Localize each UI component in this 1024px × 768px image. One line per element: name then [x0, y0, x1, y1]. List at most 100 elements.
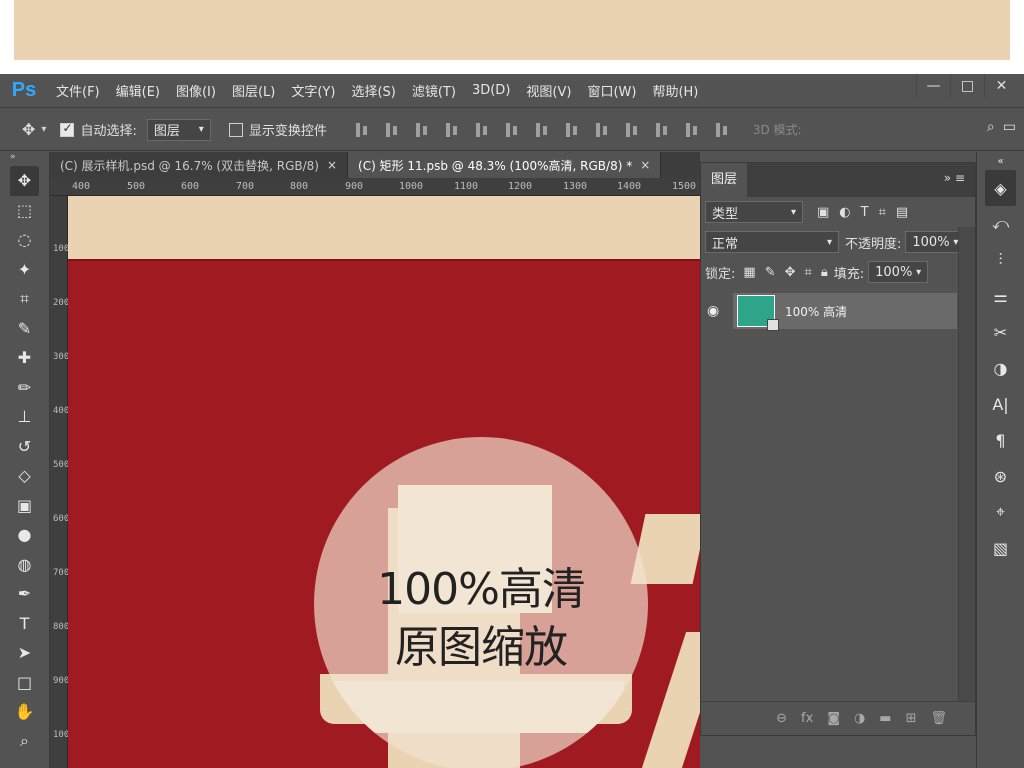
align-left-icon[interactable]: [443, 121, 461, 139]
tools-collapse-icon[interactable]: »: [0, 152, 49, 166]
menu-filter[interactable]: 滤镜(T): [404, 81, 464, 100]
adjustment-filter-icon[interactable]: ◐: [839, 205, 850, 220]
crop-tool-icon[interactable]: ⌗: [0, 284, 49, 314]
align-vcenter-icon[interactable]: [383, 121, 401, 139]
tools-icon[interactable]: ✂: [977, 314, 1024, 350]
history-icon[interactable]: ⤺: [977, 206, 1024, 242]
move-tool-icon[interactable]: ✥: [22, 120, 35, 139]
healing-brush-icon[interactable]: ✚: [0, 343, 49, 373]
show-transform-checkbox[interactable]: [228, 122, 243, 137]
close-icon[interactable]: ×: [327, 158, 337, 172]
align-hcenter-icon[interactable]: [473, 121, 491, 139]
smart-object-filter-icon[interactable]: ▤: [896, 205, 908, 220]
lock-transparency-icon[interactable]: ▦: [743, 265, 755, 280]
layers-panel-icon[interactable]: ◈: [985, 170, 1016, 206]
distribute-bottom-icon[interactable]: [593, 121, 611, 139]
adjustment-icon[interactable]: ◑: [854, 711, 865, 726]
lock-pixels-icon[interactable]: ✎: [765, 265, 776, 280]
distribute-left-icon[interactable]: [623, 121, 641, 139]
layer-name[interactable]: 100% 高清: [785, 303, 847, 320]
history-brush-icon[interactable]: ↺: [0, 432, 49, 462]
distribute-vcenter-icon[interactable]: [563, 121, 581, 139]
magic-wand-icon[interactable]: ✦: [0, 255, 49, 285]
menu-type[interactable]: 文字(Y): [283, 81, 343, 100]
channels-icon[interactable]: ⊛: [977, 458, 1024, 494]
minimize-button[interactable]: —: [916, 74, 950, 98]
auto-select-target-dropdown[interactable]: 图层 ▾: [146, 118, 211, 141]
distribute-right-icon[interactable]: [683, 121, 701, 139]
glyphs-icon[interactable]: ▧: [977, 530, 1024, 566]
properties-icon[interactable]: ⫶: [977, 242, 1024, 278]
marquee-tool-icon[interactable]: ⬚: [0, 196, 49, 226]
pixel-filter-icon[interactable]: ▣: [817, 205, 829, 220]
fx-icon[interactable]: fx: [801, 711, 813, 726]
menu-help[interactable]: 帮助(H): [644, 81, 706, 100]
gradient-tool-icon[interactable]: ▣: [0, 491, 49, 521]
move-tool-icon[interactable]: ✥: [10, 166, 39, 196]
eraser-tool-icon[interactable]: ◇: [0, 461, 49, 491]
type-filter-icon[interactable]: T: [861, 205, 869, 220]
workspace-icon[interactable]: ▭: [1003, 119, 1016, 135]
folder-icon[interactable]: ▬: [879, 711, 891, 726]
layer-filter-dropdown[interactable]: 类型 ▾: [705, 201, 803, 223]
color-icon[interactable]: ◑: [977, 350, 1024, 386]
character-icon[interactable]: A|: [977, 386, 1024, 422]
hand-tool-icon[interactable]: ✋: [0, 697, 49, 727]
close-window-button[interactable]: ✕: [984, 74, 1018, 98]
tool-preset-caret-icon[interactable]: ▾: [41, 124, 46, 135]
document-canvas[interactable]: 100%高清 原图缩放: [68, 196, 700, 768]
blend-mode-dropdown[interactable]: 正常 ▾: [705, 231, 839, 253]
dodge-tool-icon[interactable]: ◍: [0, 550, 49, 580]
layers-scrollbar[interactable]: [958, 227, 975, 703]
blur-tool-icon[interactable]: ●: [0, 520, 49, 550]
menu-view[interactable]: 视图(V): [518, 81, 579, 100]
paragraph-icon[interactable]: ¶: [977, 422, 1024, 458]
rectangle-tool-icon[interactable]: □: [0, 668, 49, 698]
zoom-tool-icon[interactable]: ⌕: [0, 727, 49, 757]
menu-file[interactable]: 文件(F): [48, 81, 108, 100]
lock-all-icon[interactable]: 🔒︎: [821, 265, 828, 280]
menu-3d[interactable]: 3D(D): [464, 83, 518, 98]
menu-window[interactable]: 窗口(W): [579, 81, 644, 100]
brush-tool-icon[interactable]: ✏: [0, 373, 49, 403]
mask-icon[interactable]: ◙: [827, 711, 840, 726]
align-bottom-icon[interactable]: [413, 121, 431, 139]
align-right-icon[interactable]: [503, 121, 521, 139]
menu-edit[interactable]: 编辑(E): [108, 81, 168, 100]
distribute-top-icon[interactable]: [533, 121, 551, 139]
lock-position-icon[interactable]: ✥: [785, 265, 796, 280]
pen-tool-icon[interactable]: ✒: [0, 579, 49, 609]
eyedropper-icon[interactable]: ✎: [0, 314, 49, 344]
lock-artboard-icon[interactable]: ⌗: [805, 265, 812, 280]
menu-image[interactable]: 图像(I): [168, 81, 224, 100]
eye-icon[interactable]: ◉: [707, 303, 719, 319]
type-tool-icon[interactable]: T: [0, 609, 49, 639]
fill-input[interactable]: 100% ▾: [868, 261, 929, 283]
distribute-hcenter-icon[interactable]: [653, 121, 671, 139]
dock-collapse-icon[interactable]: «: [977, 152, 1024, 170]
maximize-button[interactable]: □: [950, 74, 984, 98]
panel-menu-icon[interactable]: » ≡: [944, 171, 965, 185]
link-icon[interactable]: ⊖: [776, 711, 787, 726]
shape-filter-icon[interactable]: ⌗: [879, 205, 886, 220]
close-icon[interactable]: ×: [640, 158, 650, 172]
tab-rectangle-psb[interactable]: (C) 矩形 11.psb @ 48.3% (100%高清, RGB/8) * …: [348, 152, 662, 178]
adjustments-icon[interactable]: ⚌: [977, 278, 1024, 314]
layer-item[interactable]: ◉ 100% 高清: [707, 293, 957, 331]
new-layer-icon[interactable]: ⊞: [906, 711, 917, 726]
ruler-horizontal[interactable]: 400 500 600 700 800 900 1000 1100 1200 1…: [50, 178, 700, 196]
paths-icon[interactable]: ⌖: [977, 494, 1024, 530]
search-icon[interactable]: ⌕: [987, 119, 995, 135]
path-select-icon[interactable]: ➤: [0, 638, 49, 668]
menu-layer[interactable]: 图层(L): [224, 81, 283, 100]
menu-select[interactable]: 选择(S): [343, 81, 403, 100]
auto-select-checkbox[interactable]: [60, 121, 75, 137]
clone-stamp-icon[interactable]: ⊥: [0, 402, 49, 432]
lasso-tool-icon[interactable]: ◌: [0, 225, 49, 255]
tab-layers[interactable]: 图层: [701, 163, 748, 197]
align-top-icon[interactable]: [353, 121, 371, 139]
opacity-input[interactable]: 100% ▾: [905, 231, 966, 253]
tab-mockup-psd[interactable]: (C) 展示样机.psd @ 16.7% (双击替换, RGB/8) ×: [50, 152, 349, 178]
auto-align-icon[interactable]: [713, 121, 731, 139]
ruler-vertical[interactable]: 100 200 300 400 500 600 700 800 900 100: [50, 196, 69, 768]
